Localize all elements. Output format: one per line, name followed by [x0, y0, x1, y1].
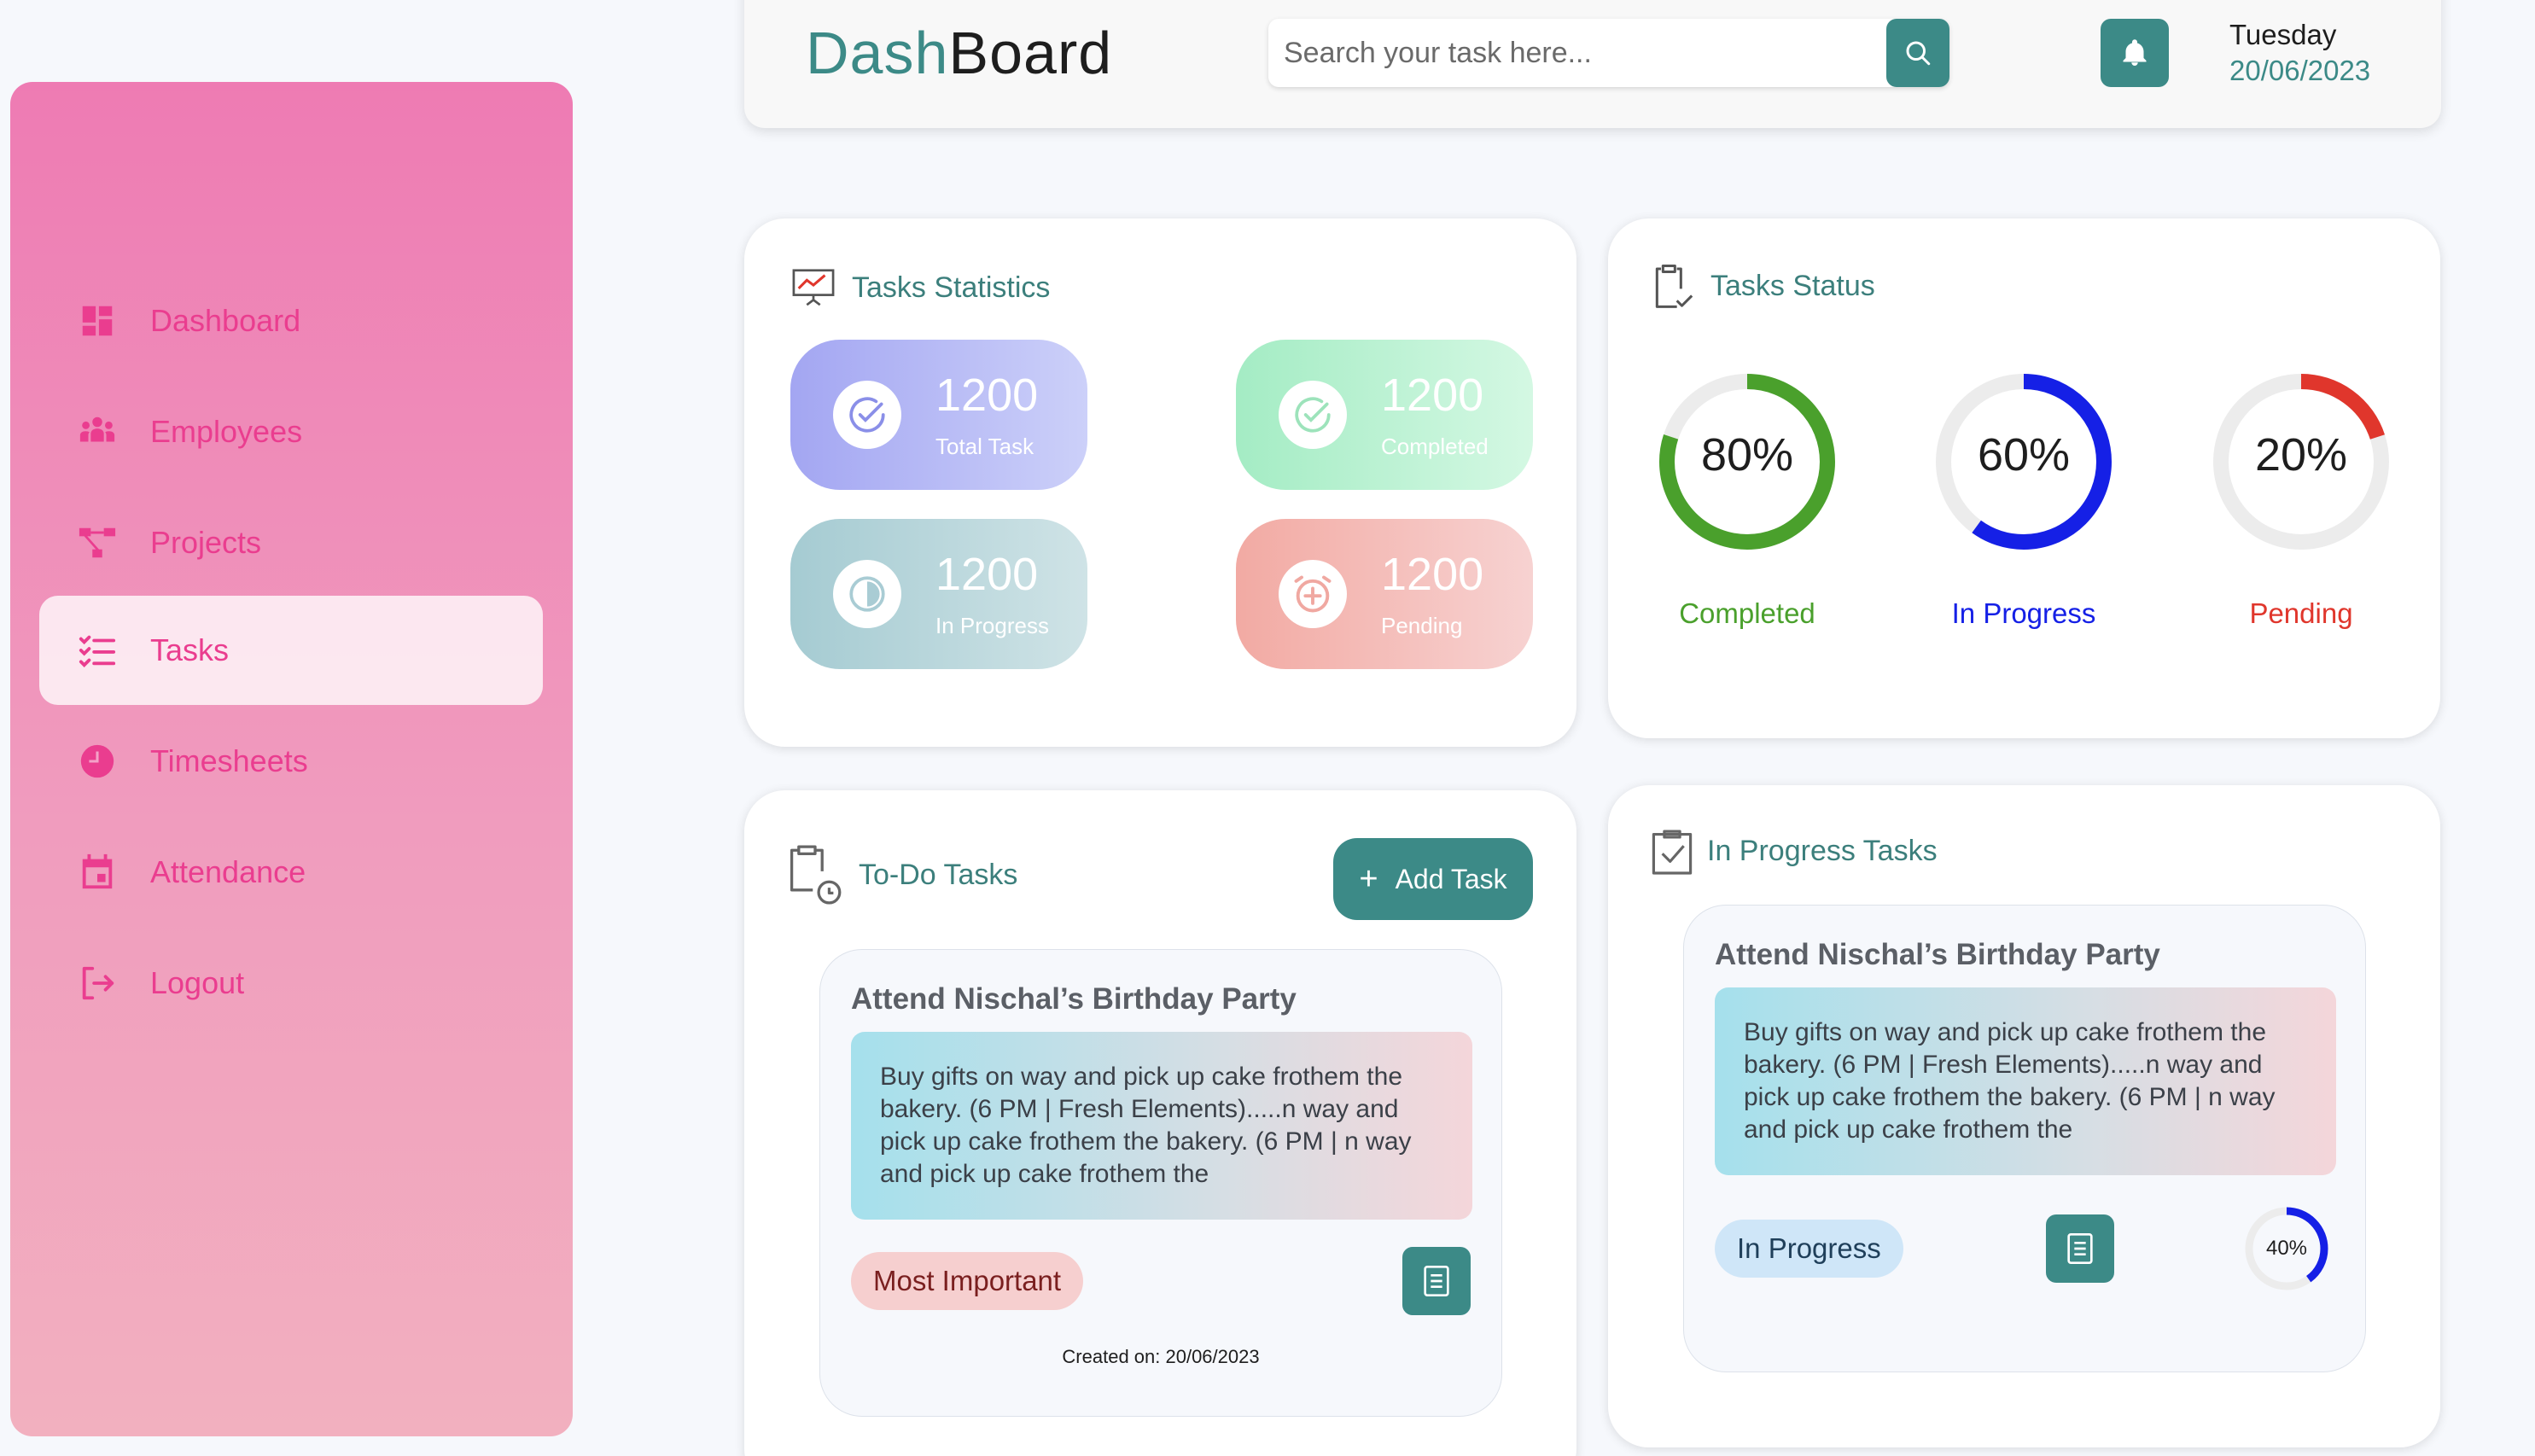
in-progress-label: In Progress [1951, 597, 2096, 629]
sidebar-item-label: Tasks [150, 632, 230, 667]
view-details-button[interactable] [2046, 1214, 2114, 1283]
bell-icon [2123, 39, 2147, 66]
brand-part-board: Board [948, 20, 1113, 86]
check-circle-icon [1279, 381, 1347, 449]
card-title: Tasks Statistics [852, 271, 1051, 304]
task-description: Buy gifts on way and pick up cake frothe… [1715, 987, 2336, 1175]
stat-value: 1200 [1381, 549, 1484, 600]
presentation-chart-icon [792, 269, 835, 306]
completed-percent: 80% [1700, 429, 1794, 480]
pending-label: Pending [2249, 597, 2353, 629]
current-day: Tuesday [2229, 19, 2337, 50]
dashboard-icon [77, 300, 118, 341]
todo-task-card[interactable]: Attend Nischal’s Birthday Party Buy gift… [819, 949, 1502, 1417]
plus-icon: + [1359, 860, 1378, 897]
sidebar-item-label: Dashboard [150, 303, 301, 338]
brand-part-dash: Dash [806, 20, 949, 86]
add-task-label: Add Task [1395, 863, 1507, 894]
timesheets-icon [77, 741, 118, 782]
attendance-icon [77, 852, 118, 893]
stat-completed: 1200 Completed [1236, 340, 1533, 490]
sidebar-item-label: Logout [150, 965, 245, 1000]
sidebar-item-label: Projects [150, 525, 262, 560]
clipboard-check-icon [1655, 264, 1693, 308]
todo-tasks-card: To-Do Tasks + Add Task Attend Nischal’s … [744, 790, 1576, 1456]
stat-pending: 1200 Pending [1236, 519, 1533, 669]
search-input[interactable] [1284, 19, 1881, 87]
task-description: Buy gifts on way and pick up cake frothe… [851, 1032, 1472, 1220]
sidebar-item-attendance[interactable]: Attendance [39, 818, 543, 927]
document-icon [2067, 1233, 2093, 1264]
tasks-status-card: Tasks Status 80% Completed 60% In Progre… [1608, 218, 2440, 738]
created-date: Created on: 20/06/2023 [1062, 1346, 1260, 1367]
search-icon [1906, 41, 1931, 66]
clipboard-clock-icon [790, 845, 842, 905]
stat-total-task: 1200 Total Task [790, 340, 1087, 490]
stat-label: Pending [1381, 613, 1463, 638]
stat-value: 1200 [935, 370, 1039, 421]
tasks-statistics-card: Tasks Statistics 1200 Total Task 1200 Co… [744, 218, 1576, 747]
sidebar: Dashboard Employees Projects Tasks Times… [10, 82, 573, 1436]
notifications-button[interactable] [2101, 19, 2169, 87]
tasks-icon [77, 630, 118, 671]
document-icon [1424, 1266, 1449, 1296]
sidebar-item-logout[interactable]: Logout [39, 929, 543, 1038]
in-progress-task-card[interactable]: Attend Nischal’s Birthday Party Buy gift… [1683, 905, 2366, 1372]
current-date: 20/06/2023 [2229, 55, 2371, 86]
app-logo-title: DashBoard [806, 19, 1112, 87]
task-title: Attend Nischal’s Birthday Party [851, 982, 1297, 1016]
add-task-button[interactable]: + Add Task [1333, 838, 1533, 920]
stat-label: In Progress [935, 613, 1049, 638]
search-bar [1268, 19, 1949, 87]
card-title: In Progress Tasks [1707, 835, 1938, 867]
priority-badge: Most Important [851, 1252, 1084, 1310]
stat-label: Completed [1381, 434, 1489, 459]
sidebar-item-label: Timesheets [150, 743, 308, 778]
top-header: DashBoard Tuesday 20/06/2023 [744, 0, 2441, 128]
search-button[interactable] [1886, 19, 1949, 87]
sidebar-item-label: Attendance [150, 854, 306, 889]
clipboard-checked-icon [1652, 830, 1693, 875]
check-circle-icon [833, 381, 901, 449]
employees-icon [77, 411, 118, 452]
completed-label: Completed [1679, 597, 1815, 629]
sidebar-item-tasks[interactable]: Tasks [39, 596, 543, 705]
logout-icon [77, 963, 118, 1004]
card-title: To-Do Tasks [859, 859, 1018, 891]
view-details-button[interactable] [1402, 1247, 1471, 1315]
task-title: Attend Nischal’s Birthday Party [1715, 938, 2160, 971]
card-title: Tasks Status [1710, 270, 1875, 302]
stat-value: 1200 [935, 549, 1039, 600]
in-progress-percent: 60% [1977, 429, 2071, 480]
pending-percent: 20% [2254, 429, 2348, 480]
stat-label: Total Task [935, 434, 1034, 459]
alarm-clock-icon [1279, 560, 1347, 628]
task-progress-percent: 40% [2265, 1237, 2308, 1260]
status-badge: In Progress [1715, 1220, 1903, 1278]
projects-icon [77, 522, 118, 563]
sidebar-item-projects[interactable]: Projects [39, 488, 543, 597]
sidebar-item-dashboard[interactable]: Dashboard [39, 266, 543, 376]
stat-value: 1200 [1381, 370, 1484, 421]
stat-in-progress: 1200 In Progress [790, 519, 1087, 669]
in-progress-tasks-card: In Progress Tasks Attend Nischal’s Birth… [1608, 785, 2440, 1447]
sidebar-item-employees[interactable]: Employees [39, 377, 543, 486]
sidebar-item-timesheets[interactable]: Timesheets [39, 707, 543, 816]
sidebar-item-label: Employees [150, 414, 303, 449]
half-circle-icon [833, 560, 901, 628]
